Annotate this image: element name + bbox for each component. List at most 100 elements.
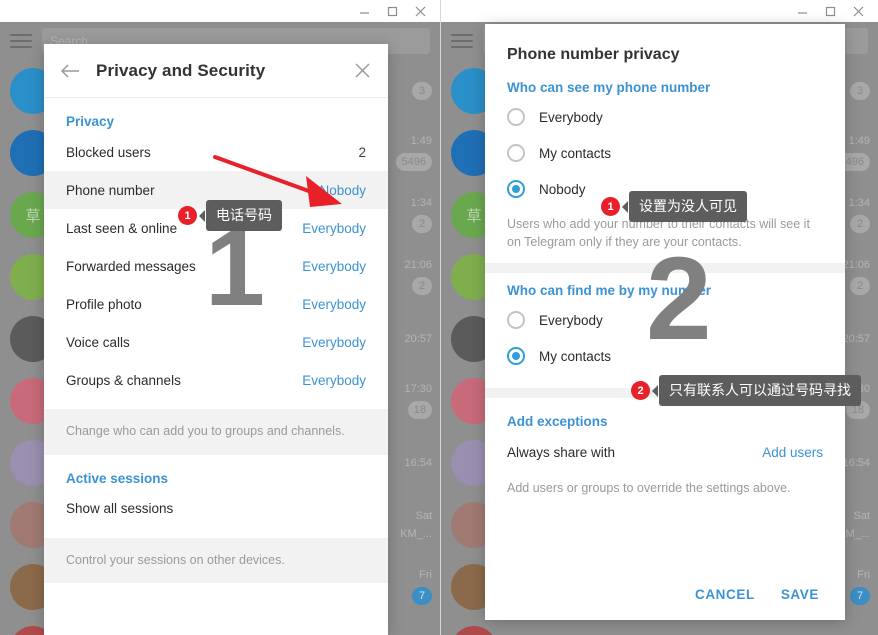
- radio-button[interactable]: [507, 108, 525, 126]
- hamburger-icon[interactable]: [451, 34, 473, 48]
- privacy-row-label: Groups & channels: [66, 372, 181, 388]
- radio-option-my-contacts[interactable]: My contacts: [485, 338, 845, 374]
- close-icon[interactable]: [406, 1, 434, 21]
- annotation-step-1-phone-number: 1 电话号码: [178, 200, 282, 231]
- cancel-button[interactable]: CANCEL: [695, 587, 755, 602]
- tooltip-phone-number: 电话号码: [199, 200, 282, 231]
- unread-badge: 7: [850, 587, 870, 605]
- who-can-find-title: Who can find me by my number: [507, 283, 712, 299]
- dialog-actions: CANCEL SAVE: [669, 571, 845, 620]
- chat-timestamp: 21:06: [842, 259, 870, 271]
- step-badge-1: 1: [178, 206, 197, 225]
- chat-meta: 21:06 2: [842, 259, 870, 295]
- always-share-with-row[interactable]: Always share with Add users: [485, 433, 845, 471]
- privacy-row[interactable]: Blocked users 2: [44, 133, 388, 171]
- window-left: Search 3 1:49 5496 草 1:34 2 21:06 2 20:57 17:30 18…: [0, 0, 440, 635]
- privacy-row[interactable]: Forwarded messages Everybody: [44, 247, 388, 285]
- chat-timestamp: 20:57: [842, 333, 870, 345]
- privacy-row-label: Phone number: [66, 182, 155, 198]
- chat-list-item[interactable]: Fri: [441, 618, 878, 635]
- sessions-footnote: Control your sessions on other devices.: [44, 537, 388, 583]
- radio-button[interactable]: [507, 347, 525, 366]
- hamburger-icon[interactable]: [10, 34, 32, 48]
- chat-meta: 1:49 5496: [395, 135, 432, 171]
- tooltip-nobody: 设置为没人可见: [622, 191, 747, 222]
- chat-timestamp: 16:54: [404, 457, 432, 469]
- radio-option-everybody[interactable]: Everybody: [485, 302, 845, 338]
- close-icon[interactable]: [355, 63, 370, 78]
- annotation-step-2-my-contacts: 2 只有联系人可以通过号码寻找: [631, 375, 861, 406]
- privacy-row[interactable]: Groups & channels Everybody: [44, 361, 388, 399]
- privacy-row[interactable]: Voice calls Everybody: [44, 323, 388, 361]
- privacy-row-value: Nobody: [319, 182, 366, 198]
- minimize-icon[interactable]: [350, 1, 378, 21]
- privacy-footnote: Change who can add you to groups and cha…: [44, 409, 388, 455]
- privacy-row-label: Profile photo: [66, 296, 142, 312]
- privacy-and-security-dialog: Privacy and Security Privacy Blocked use…: [44, 44, 388, 635]
- privacy-row-value: Everybody: [302, 372, 366, 388]
- privacy-row-value: Everybody: [302, 258, 366, 274]
- chat-snippet: KM_...: [400, 528, 432, 540]
- sessions-section: Active sessions Show all sessions: [44, 455, 388, 538]
- privacy-row[interactable]: Profile photo Everybody: [44, 285, 388, 323]
- radio-option-my-contacts[interactable]: My contacts: [485, 135, 845, 171]
- active-sessions-title[interactable]: Active sessions: [44, 461, 388, 490]
- chat-timestamp: Sat: [415, 510, 432, 522]
- chat-timestamp: 20:57: [404, 333, 432, 345]
- radio-label: Everybody: [539, 312, 603, 328]
- dialog-header: Privacy and Security: [44, 44, 388, 98]
- chat-meta: 1:34 2: [849, 197, 870, 233]
- always-share-with-label: Always share with: [507, 444, 616, 460]
- back-arrow-icon[interactable]: [60, 63, 80, 79]
- maximize-icon[interactable]: [378, 1, 406, 21]
- who-can-find-options: Everybody My contacts: [485, 302, 845, 374]
- radio-button[interactable]: [507, 180, 525, 198]
- unread-badge: 3: [412, 82, 432, 100]
- radio-label: Nobody: [539, 181, 586, 197]
- chat-timestamp: 17:30: [404, 383, 432, 395]
- chat-meta: 21:06 2: [404, 259, 432, 295]
- unread-badge: 2: [850, 215, 870, 233]
- who-can-see-title: Who can see my phone number: [507, 80, 711, 95]
- chat-timestamp: Fri: [857, 569, 870, 581]
- chat-meta: 16:54: [842, 457, 870, 469]
- unread-badge: 3: [850, 82, 870, 100]
- minimize-icon[interactable]: [788, 1, 816, 21]
- add-users-button[interactable]: Add users: [762, 445, 823, 460]
- radio-button[interactable]: [507, 144, 525, 162]
- chat-timestamp: 21:06: [404, 259, 432, 271]
- privacy-rows: Blocked users 2 Phone number Nobody Last see…: [44, 133, 388, 399]
- dialog-title-wrap: Phone number privacy: [485, 24, 845, 70]
- annotation-step-1-nobody: 1 设置为没人可见: [601, 191, 747, 222]
- unread-badge: 2: [850, 277, 870, 295]
- chat-meta: 3: [850, 82, 870, 100]
- chat-meta: 17:30 18: [404, 383, 432, 419]
- chat-timestamp: 16:54: [842, 457, 870, 469]
- screenshot-root: Search 3 1:49 5496 草 1:34 2 21:06 2 20:57 17:30 18…: [0, 0, 878, 635]
- privacy-section-title: Privacy: [66, 114, 115, 129]
- radio-label: Everybody: [539, 109, 603, 125]
- radio-button[interactable]: [507, 311, 525, 330]
- chat-timestamp: Fri: [419, 569, 432, 581]
- unread-badge: 18: [407, 401, 432, 419]
- chat-timestamp: 1:49: [848, 135, 870, 147]
- show-all-sessions-row[interactable]: Show all sessions: [44, 490, 388, 528]
- privacy-section: Privacy Blocked users 2 Phone number Nobody…: [44, 98, 388, 409]
- chat-meta: 20:57: [404, 333, 432, 345]
- dialog-title: Phone number privacy: [507, 46, 680, 63]
- privacy-row-value: Everybody: [302, 296, 366, 312]
- maximize-icon[interactable]: [816, 1, 844, 21]
- step-badge-1: 1: [601, 197, 620, 216]
- privacy-row-label: Voice calls: [66, 334, 130, 350]
- radio-label: My contacts: [539, 348, 612, 364]
- save-button[interactable]: SAVE: [781, 587, 819, 602]
- tooltip-my-contacts: 只有联系人可以通过号码寻找: [652, 375, 861, 406]
- chat-timestamp: 1:34: [848, 197, 870, 209]
- phone-number-privacy-dialog: Phone number privacy Who can see my phon…: [485, 24, 845, 620]
- window-right: Search 31:495496草1:34221:06220:5717:3018…: [440, 0, 878, 635]
- titlebar-left: [0, 0, 440, 22]
- radio-option-everybody[interactable]: Everybody: [485, 99, 845, 135]
- privacy-row-value: Everybody: [302, 220, 366, 236]
- page-title: Privacy and Security: [96, 60, 266, 80]
- close-icon[interactable]: [844, 1, 872, 21]
